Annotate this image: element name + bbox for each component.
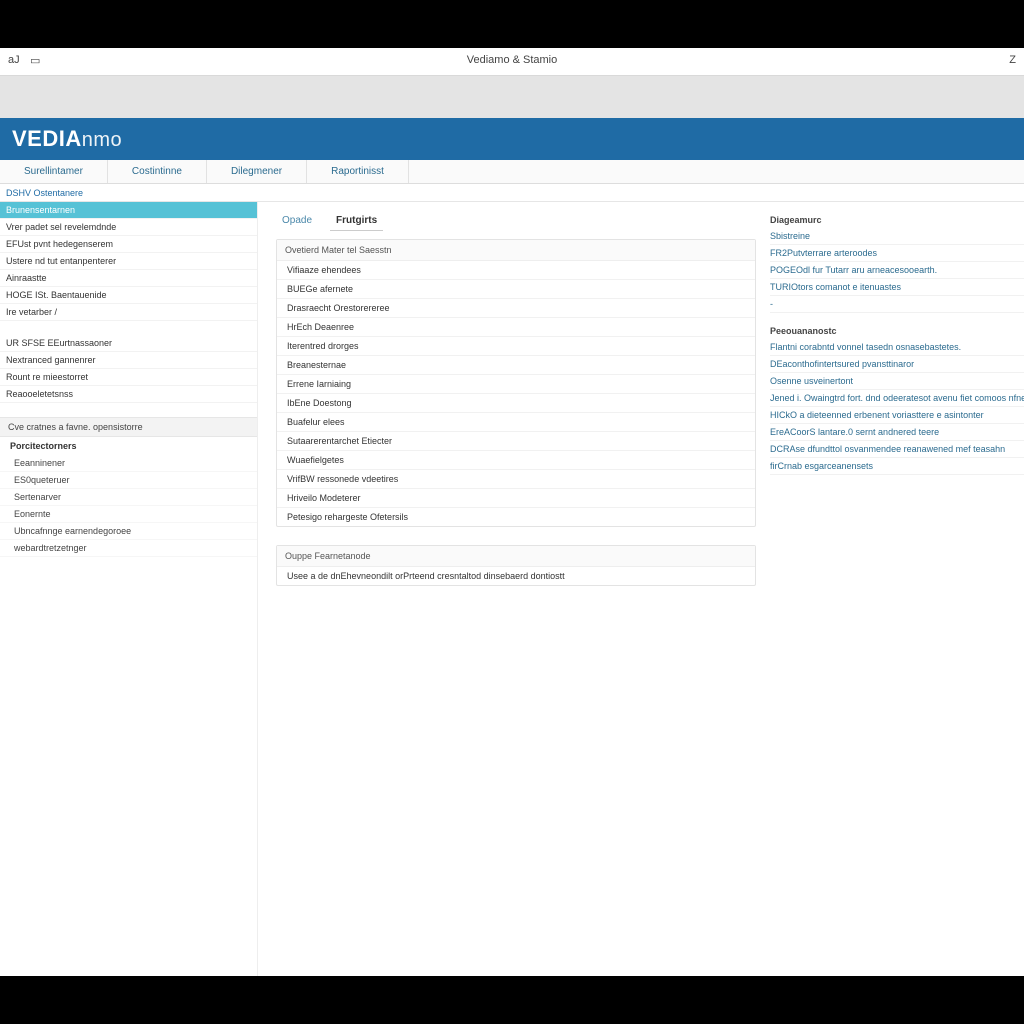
panel-0-row-11[interactable]: VrifBW ressonede vdeetires: [277, 470, 755, 489]
panel-0-row-2[interactable]: Drasraecht Orestorereree: [277, 299, 755, 318]
panel-0-row-8[interactable]: Buafelur elees: [277, 413, 755, 432]
panel-1: Ouppe Fearnetanode Usee a de dnEhevneond…: [276, 545, 756, 586]
side-item-8[interactable]: Nextranced gannenrer: [0, 352, 257, 369]
right-head-0: Diageamurc: [770, 212, 1024, 228]
side-item-3[interactable]: Ustere nd tut entanpenterer: [0, 253, 257, 270]
panel-0-row-4[interactable]: Iterentred drorges: [277, 337, 755, 356]
side-item-4[interactable]: Ainraastte: [0, 270, 257, 287]
right-column: Diageamurc Sbistreine FR2Putvterrare art…: [770, 212, 1024, 976]
side-sub-4[interactable]: Ubncafnnge earnendegoroee: [0, 523, 257, 540]
right-1-row-2[interactable]: Osenne usveinertont: [770, 373, 1024, 390]
menu-item-0[interactable]: Surellintamer: [0, 160, 108, 183]
panel-1-row-0[interactable]: Usee a de dnEhevneondilt orPrteend cresn…: [277, 567, 755, 585]
body: Brunensentarnen Vrer padet sel revelemdn…: [0, 202, 1024, 976]
right-0-row-3[interactable]: TURIOtors comanot e itenuastes: [770, 279, 1024, 296]
brand-strong: VEDIA: [12, 126, 82, 151]
app-frame: aJ ▭ Vediamo & Stamio Z VEDIAnmo Surelli…: [0, 48, 1024, 976]
panel-0-row-12[interactable]: Hriveilo Modeterer: [277, 489, 755, 508]
window-title: Vediamo & Stamio: [0, 54, 1024, 66]
side-sub-5[interactable]: webardtretzetnger: [0, 540, 257, 557]
right-1-row-3[interactable]: Jened i. Owaingtrd fort. dnd odeeratesot…: [770, 390, 1024, 407]
panel-0-row-1[interactable]: BUEGe afernete: [277, 280, 755, 299]
panel-0-row-3[interactable]: HrEch Deaenree: [277, 318, 755, 337]
panel-0-row-13[interactable]: Petesigo rehargeste Ofetersils: [277, 508, 755, 526]
side-gap-2: [0, 403, 257, 417]
panel-0-row-0[interactable]: Vifiaaze ehendees: [277, 261, 755, 280]
toolbar-spacer: [0, 76, 1024, 118]
main: Opade Frutgirts Ovetierd Mater tel Saess…: [258, 202, 1024, 976]
panel-0-row-9[interactable]: Sutaarerentarchet Etiecter: [277, 432, 755, 451]
right-1-row-4[interactable]: HICkO a dieteenned erbenent voriasttere …: [770, 407, 1024, 424]
right-head-1: Peeouananostc: [770, 323, 1024, 339]
sidebar: Brunensentarnen Vrer padet sel revelemdn…: [0, 202, 258, 976]
menu-bar: Surellintamer Costintinne Dilegmener Rap…: [0, 160, 1024, 184]
right-0-row-4[interactable]: -: [770, 296, 1024, 313]
brand-logo: VEDIAnmo: [12, 126, 122, 152]
side-item-0[interactable]: Brunensentarnen: [0, 202, 257, 219]
right-0-row-1[interactable]: FR2Putvterrare arteroodes: [770, 245, 1024, 262]
panel-0-row-5[interactable]: Breanesternae: [277, 356, 755, 375]
panel-0-row-6[interactable]: Errene Iarniaing: [277, 375, 755, 394]
tabs: Opade Frutgirts: [276, 212, 756, 231]
side-item-10[interactable]: Reaooeletetsnss: [0, 386, 257, 403]
side-item-6[interactable]: Ire vetarber /: [0, 304, 257, 321]
right-gap: [770, 313, 1024, 323]
side-sub-2[interactable]: Sertenarver: [0, 489, 257, 506]
right-1-row-7[interactable]: firCrnab esgarceanensets: [770, 458, 1024, 475]
right-1-row-1[interactable]: DEaconthofintertsured pvansttinaror: [770, 356, 1024, 373]
center-column: Opade Frutgirts Ovetierd Mater tel Saess…: [276, 212, 756, 976]
tab-1[interactable]: Frutgirts: [330, 212, 383, 231]
right-1-row-0[interactable]: Flantni corabntd vonnel tasedn osnasebas…: [770, 339, 1024, 356]
menu-item-3[interactable]: Raportinisst: [307, 160, 409, 183]
menu-item-1[interactable]: Costintinne: [108, 160, 207, 183]
title-bar: aJ ▭ Vediamo & Stamio Z: [0, 48, 1024, 76]
brand-light: nmo: [82, 129, 122, 151]
side-item-9[interactable]: Rount re mieestorret: [0, 369, 257, 386]
panel-0: Ovetierd Mater tel Saesstn Vifiaaze ehen…: [276, 239, 756, 527]
side-section-title: Porcitectorners: [0, 437, 257, 455]
close-icon[interactable]: Z: [1009, 54, 1016, 66]
right-1-row-5[interactable]: EreACoorS lantare.0 sernt andnered teere: [770, 424, 1024, 441]
panel-0-row-10[interactable]: Wuaefielgetes: [277, 451, 755, 470]
right-0-row-0[interactable]: Sbistreine: [770, 228, 1024, 245]
panel-0-head: Ovetierd Mater tel Saesstn: [277, 240, 755, 261]
tab-0[interactable]: Opade: [276, 212, 318, 231]
side-gap-1: [0, 321, 257, 335]
right-1-row-6[interactable]: DCRAse dfundttol osvanmendee reanawened …: [770, 441, 1024, 458]
side-item-2[interactable]: EFUst pvnt hedegenserem: [0, 236, 257, 253]
side-sub-0[interactable]: Eeanninener: [0, 455, 257, 472]
side-sub-3[interactable]: Eonernte: [0, 506, 257, 523]
side-item-7[interactable]: UR SFSE EEurtnassaoner: [0, 335, 257, 352]
side-sub-1[interactable]: ES0queteruer: [0, 472, 257, 489]
right-0-row-2[interactable]: POGEOdl fur Tutarr aru arneacesooearth.: [770, 262, 1024, 279]
menu-item-2[interactable]: Dilegmener: [207, 160, 307, 183]
brand-bar: VEDIAnmo: [0, 118, 1024, 160]
panel-1-head: Ouppe Fearnetanode: [277, 546, 755, 567]
side-subhead: Cve cratnes a favne. opensistorre: [0, 417, 257, 437]
side-item-1[interactable]: Vrer padet sel revelemdnde: [0, 219, 257, 236]
panel-0-row-7[interactable]: IbEne Doestong: [277, 394, 755, 413]
breadcrumb[interactable]: DSHV Ostentanere: [0, 184, 1024, 202]
side-item-5[interactable]: HOGE ISt. Baentauenide: [0, 287, 257, 304]
